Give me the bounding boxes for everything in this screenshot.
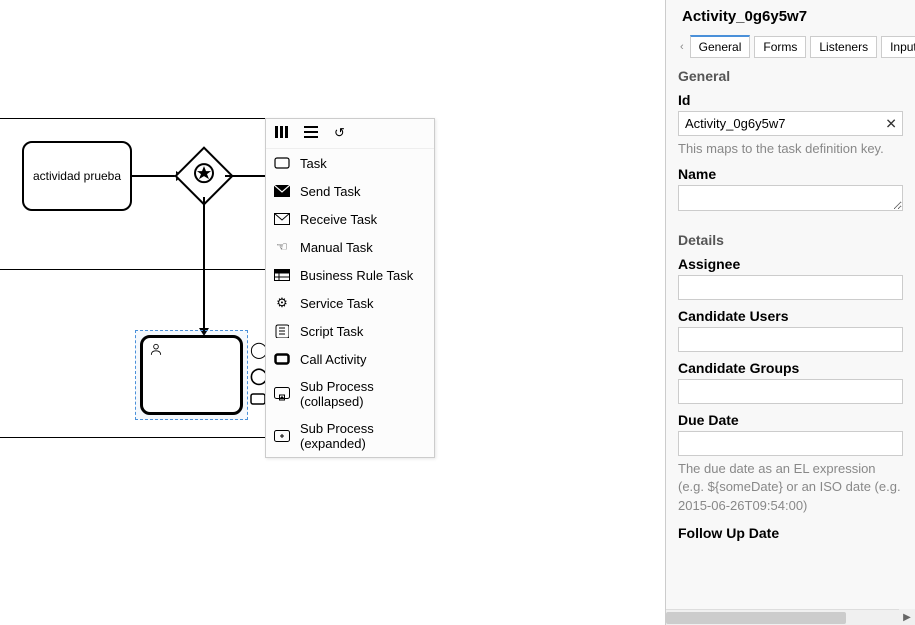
label-id: Id	[678, 92, 903, 108]
menu-label: Send Task	[300, 184, 360, 199]
loop-icon[interactable]: ↺	[334, 125, 345, 142]
clear-id-icon[interactable]: ✕	[885, 115, 897, 132]
tab-forms[interactable]: Forms	[754, 36, 806, 58]
columns-icon[interactable]	[274, 125, 288, 142]
gear-icon: ⚙	[274, 295, 290, 311]
label-assignee: Assignee	[678, 256, 903, 272]
thick-rect-icon	[274, 351, 290, 367]
menu-label: Manual Task	[300, 240, 373, 255]
user-icon	[149, 342, 163, 359]
properties-panel[interactable]: Activity_0g6y5w7 ‹ General Forms Listene…	[665, 0, 915, 625]
user-task-selected[interactable]	[140, 335, 243, 415]
input-due-date[interactable]	[678, 431, 903, 456]
tab-general[interactable]: General	[690, 35, 751, 58]
menu-label: Receive Task	[300, 212, 377, 227]
input-candidate-users[interactable]	[678, 327, 903, 352]
scrollbar-thumb[interactable]	[666, 612, 846, 624]
scrollbar-arrow-right-icon[interactable]: ▶	[899, 609, 915, 625]
menu-item-manual-task[interactable]: ☜ Manual Task	[266, 233, 434, 261]
tab-prev[interactable]: ‹	[678, 41, 686, 53]
lane-border	[0, 118, 265, 119]
tab-input-output[interactable]: Input/O	[881, 36, 915, 58]
task-type-menu: ↺ Task Send Task Receive Task ☜ Manual T…	[265, 118, 435, 458]
menu-label: Script Task	[300, 324, 363, 339]
list-icon[interactable]	[304, 125, 318, 142]
bpmn-canvas[interactable]: actividad prueba ◯	[0, 0, 665, 625]
lane-border	[0, 269, 265, 270]
menu-item-call-activity[interactable]: Call Activity	[266, 345, 434, 373]
input-candidate-groups[interactable]	[678, 379, 903, 404]
section-general: General	[678, 68, 903, 84]
menu-item-send-task[interactable]: Send Task	[266, 177, 434, 205]
horizontal-scrollbar[interactable]	[666, 609, 899, 625]
label-due-date: Due Date	[678, 412, 903, 428]
subprocess-expanded-icon	[274, 428, 290, 444]
tabs-row: ‹ General Forms Listeners Input/O ›	[678, 35, 903, 58]
input-assignee[interactable]	[678, 275, 903, 300]
input-name[interactable]	[678, 185, 903, 211]
task-icon	[274, 155, 290, 171]
script-icon	[274, 323, 290, 339]
sequence-flow[interactable]	[203, 197, 205, 330]
hint-due-date: The due date as an EL expression (e.g. $…	[678, 460, 903, 515]
envelope-filled-icon	[274, 183, 290, 199]
label-candidate-groups: Candidate Groups	[678, 360, 903, 376]
menu-label: Call Activity	[300, 352, 366, 367]
envelope-icon	[274, 211, 290, 227]
menu-label: Sub Process (collapsed)	[300, 379, 426, 409]
panel-title: Activity_0g6y5w7	[678, 8, 903, 25]
table-icon	[274, 267, 290, 283]
sequence-flow[interactable]	[132, 175, 178, 177]
hint-id: This maps to the task definition key.	[678, 140, 903, 158]
subprocess-collapsed-icon	[274, 386, 290, 402]
menu-label: Sub Process (expanded)	[300, 421, 426, 451]
menu-item-task[interactable]: Task	[266, 149, 434, 177]
menu-item-receive-task[interactable]: Receive Task	[266, 205, 434, 233]
label-follow-up: Follow Up Date	[678, 525, 903, 541]
menu-item-service-task[interactable]: ⚙ Service Task	[266, 289, 434, 317]
tab-listeners[interactable]: Listeners	[810, 36, 877, 58]
lane-border	[0, 437, 265, 438]
menu-label: Business Rule Task	[300, 268, 413, 283]
label-candidate-users: Candidate Users	[678, 308, 903, 324]
menu-item-business-rule-task[interactable]: Business Rule Task	[266, 261, 434, 289]
input-id[interactable]	[678, 111, 903, 136]
task-actividad-prueba[interactable]: actividad prueba	[22, 141, 132, 211]
menu-item-subprocess-expanded[interactable]: Sub Process (expanded)	[266, 415, 434, 457]
section-details: Details	[678, 232, 903, 248]
sequence-flow[interactable]	[225, 175, 265, 177]
menu-item-subprocess-collapsed[interactable]: Sub Process (collapsed)	[266, 373, 434, 415]
menu-item-script-task[interactable]: Script Task	[266, 317, 434, 345]
menu-label: Service Task	[300, 296, 373, 311]
menu-label: Task	[300, 156, 327, 171]
task-label: actividad prueba	[33, 169, 121, 183]
label-name: Name	[678, 166, 903, 182]
hand-icon: ☜	[274, 239, 290, 255]
